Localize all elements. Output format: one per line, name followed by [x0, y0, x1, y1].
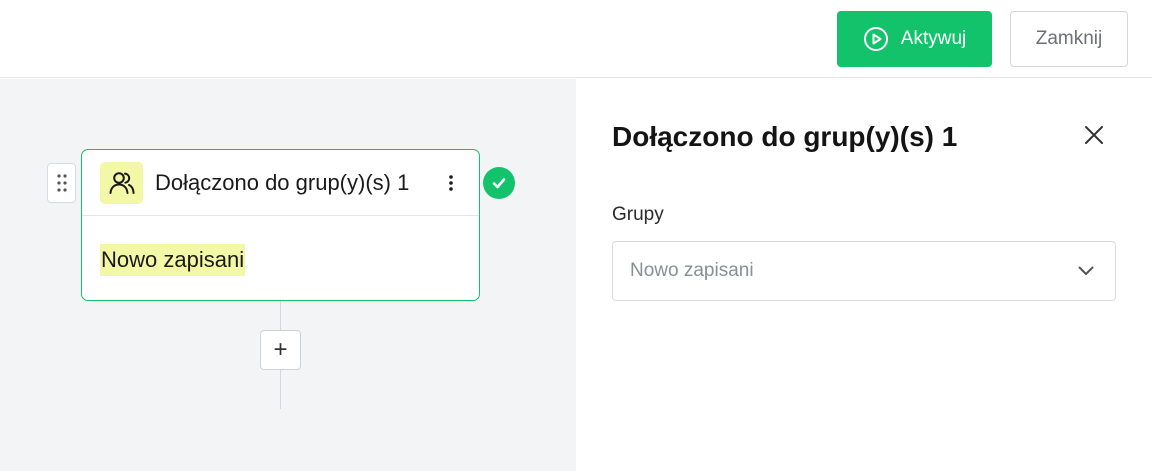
play-circle-icon — [863, 26, 889, 52]
groups-field-label: Grupy — [612, 204, 664, 225]
top-toolbar: Aktywuj Zamknij — [0, 0, 1152, 78]
users-icon — [100, 161, 143, 204]
add-step-button[interactable]: + — [260, 330, 301, 370]
groups-select[interactable]: Nowo zapisani — [612, 241, 1116, 301]
grip-dots-icon — [56, 174, 67, 192]
node-menu-icon[interactable] — [447, 174, 455, 192]
group-tag: Nowo zapisani — [100, 244, 246, 276]
check-icon — [483, 167, 515, 199]
settings-panel: Dołączono do grup(y)(s) 1 Grupy Nowo zap… — [576, 79, 1152, 471]
activate-button-label: Aktywuj — [900, 28, 967, 49]
trigger-node[interactable]: Dołączono do grup(y)(s) 1 Nowo zapisani — [81, 149, 480, 301]
workflow-canvas[interactable]: Dołączono do grup(y)(s) 1 Nowo zapisani … — [0, 79, 576, 471]
node-title: Dołączono do grup(y)(s) 1 — [155, 169, 410, 195]
groups-select-value: Nowo zapisani — [630, 260, 754, 281]
node-body: Nowo zapisani — [82, 216, 479, 304]
node-header: Dołączono do grup(y)(s) 1 — [82, 150, 479, 216]
close-icon[interactable] — [1082, 123, 1106, 147]
plus-icon: + — [273, 336, 288, 363]
panel-title: Dołączono do grup(y)(s) 1 — [612, 121, 958, 152]
chevron-down-icon — [1077, 262, 1095, 280]
close-button[interactable]: Zamknij — [1010, 11, 1128, 67]
drag-handle[interactable] — [47, 163, 76, 203]
close-button-label: Zamknij — [1035, 28, 1103, 49]
activate-button[interactable]: Aktywuj — [837, 11, 992, 67]
